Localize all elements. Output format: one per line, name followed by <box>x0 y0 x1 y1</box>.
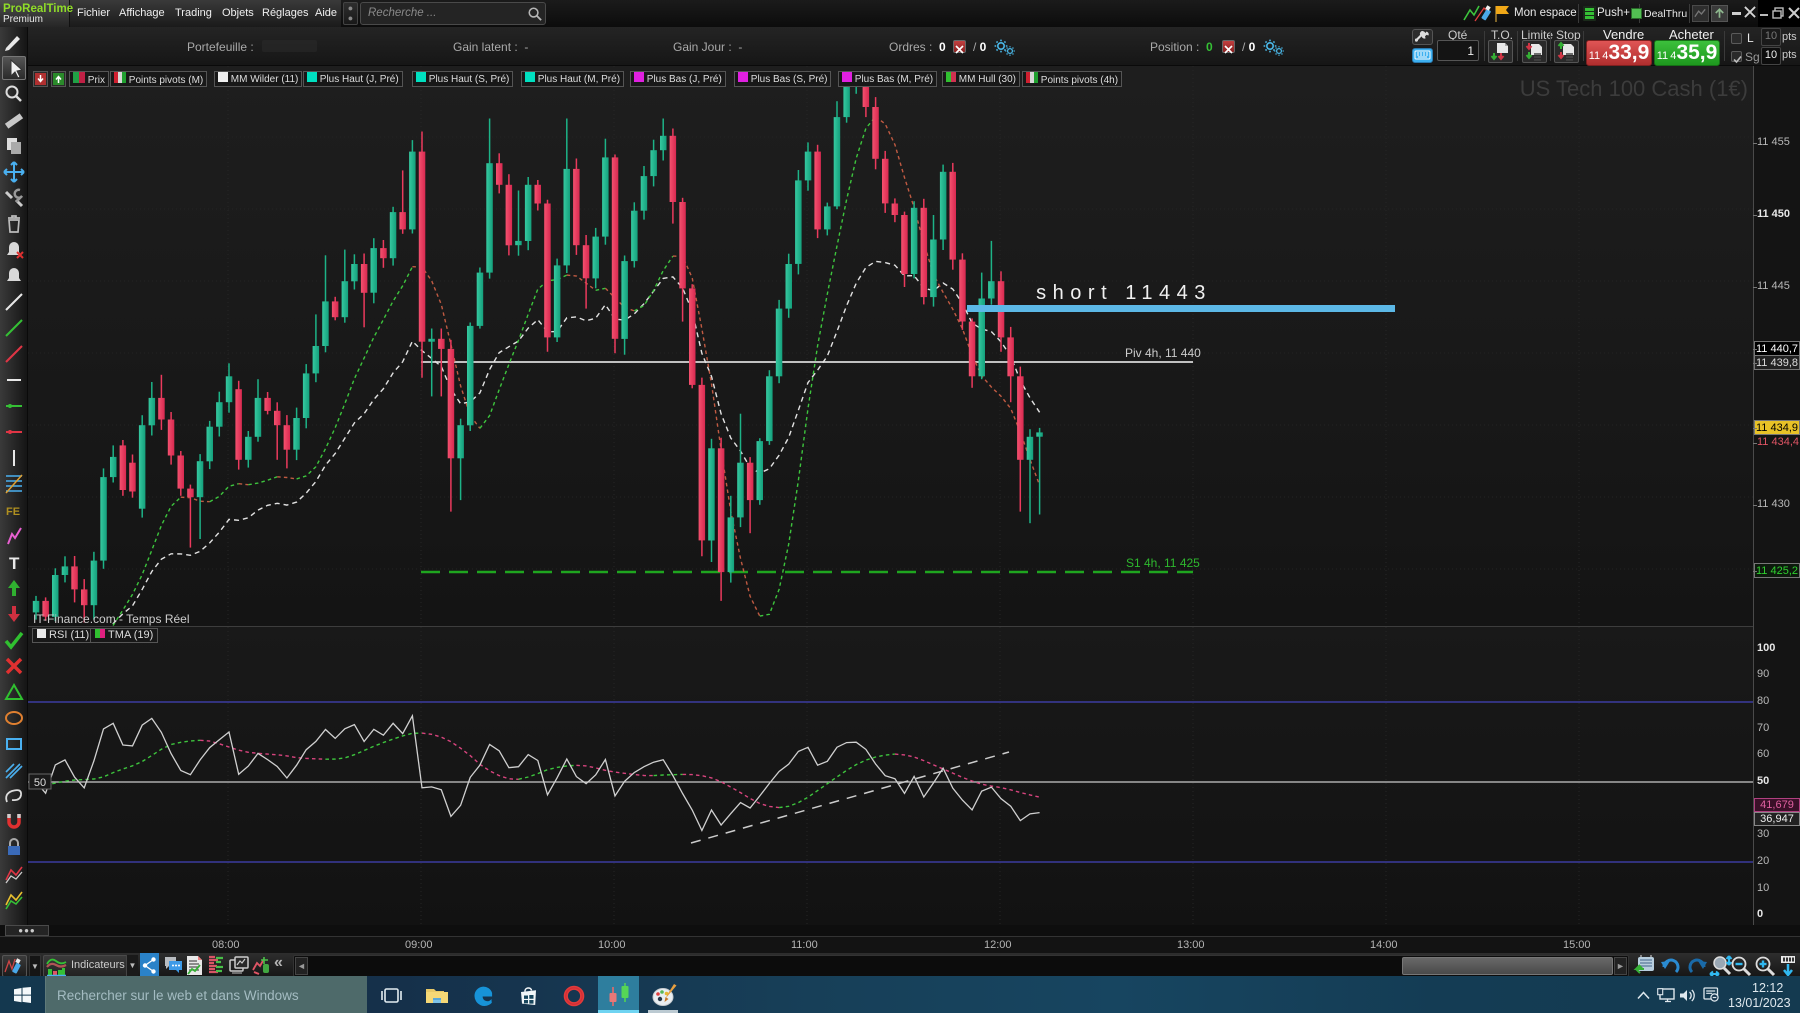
svg-text:T: T <box>9 554 20 573</box>
svg-text:Piv 4h, 11 440: Piv 4h, 11 440 <box>1125 346 1201 360</box>
svg-text:S1 4h, 11 425: S1 4h, 11 425 <box>1126 556 1200 570</box>
svg-text:50: 50 <box>34 777 46 789</box>
svg-text:US Tech 100 Cash (1€): US Tech 100 Cash (1€) <box>1520 76 1748 101</box>
svg-text:FΕ: FΕ <box>6 506 20 518</box>
svg-text:short 11443: short 11443 <box>1036 282 1212 304</box>
